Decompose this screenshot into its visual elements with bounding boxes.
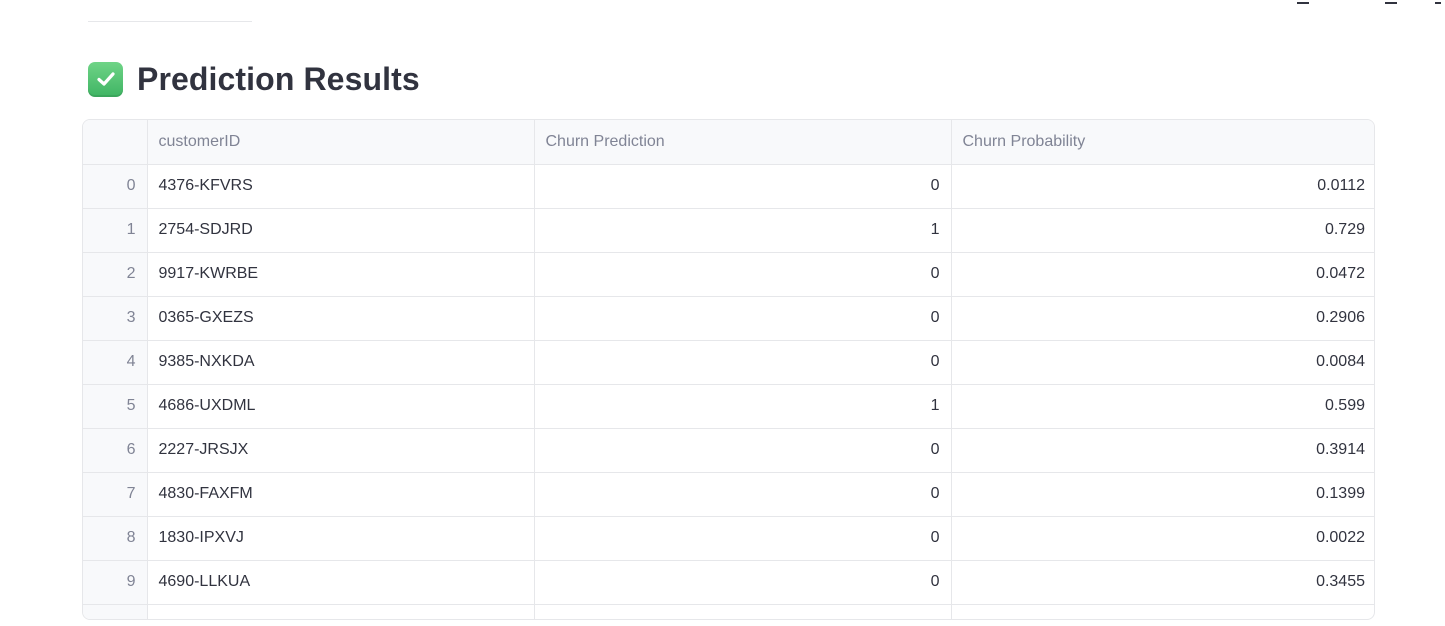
cell-churn-probability[interactable]: 0.3455 (951, 560, 1374, 605)
table-row: 6 2227-JRSJX 0 0.3914 (83, 428, 1374, 473)
cell-customerid[interactable]: 0365-GXEZS (147, 296, 535, 341)
cell-customerid[interactable] (147, 604, 535, 619)
toolbar-icons-partial[interactable] (1285, 0, 1445, 6)
table-row: 2 9917-KWRBE 0 0.0472 (83, 252, 1374, 297)
cell-churn-prediction[interactable]: 0 (534, 340, 952, 385)
cell-churn-probability[interactable]: 0.729 (951, 208, 1374, 253)
cell-customerid[interactable]: 4376-KFVRS (147, 164, 535, 209)
row-index[interactable]: 3 (83, 296, 148, 341)
table-row: 1 2754-SDJRD 1 0.729 (83, 208, 1374, 253)
cell-customerid[interactable]: 2227-JRSJX (147, 428, 535, 473)
table-row: 9 4690-LLKUA 0 0.3455 (83, 560, 1374, 605)
cell-customerid[interactable]: 9385-NXKDA (147, 340, 535, 385)
table-row: 8 1830-IPXVJ 0 0.0022 (83, 516, 1374, 561)
table-row-partial (83, 604, 1374, 619)
cell-churn-probability[interactable]: 0.599 (951, 384, 1374, 429)
cell-churn-probability[interactable]: 0.3914 (951, 428, 1374, 473)
column-header-churn-prediction[interactable]: Churn Prediction (534, 120, 952, 165)
cell-customerid[interactable]: 4690-LLKUA (147, 560, 535, 605)
cell-customerid[interactable]: 2754-SDJRD (147, 208, 535, 253)
results-dataframe[interactable]: customerID Churn Prediction Churn Probab… (82, 119, 1375, 620)
row-index[interactable]: 0 (83, 164, 148, 209)
table-row: 5 4686-UXDML 1 0.599 (83, 384, 1374, 429)
page-title-text: Prediction Results (137, 60, 420, 97)
index-header[interactable] (83, 120, 148, 165)
cell-churn-probability[interactable]: 0.0022 (951, 516, 1374, 561)
top-divider (88, 21, 252, 22)
table-row: 0 4376-KFVRS 0 0.0112 (83, 164, 1374, 209)
row-index[interactable]: 2 (83, 252, 148, 297)
toolbar-icon[interactable] (1435, 0, 1441, 4)
cell-churn-probability[interactable]: 0.2906 (951, 296, 1374, 341)
cell-churn-prediction[interactable]: 0 (534, 472, 952, 517)
cell-churn-probability[interactable]: 0.0472 (951, 252, 1374, 297)
row-index[interactable]: 5 (83, 384, 148, 429)
cell-churn-prediction[interactable]: 0 (534, 164, 952, 209)
toolbar-icon[interactable] (1297, 0, 1309, 4)
column-header-customerid[interactable]: customerID (147, 120, 535, 165)
header-row: customerID Churn Prediction Churn Probab… (83, 120, 1374, 165)
row-index[interactable]: 7 (83, 472, 148, 517)
table-row: 4 9385-NXKDA 0 0.0084 (83, 340, 1374, 385)
cell-customerid[interactable]: 1830-IPXVJ (147, 516, 535, 561)
cell-churn-prediction[interactable]: 0 (534, 516, 952, 561)
cell-churn-prediction[interactable]: 0 (534, 296, 952, 341)
results-table: customerID Churn Prediction Churn Probab… (83, 120, 1374, 619)
cell-churn-prediction[interactable]: 1 (534, 208, 952, 253)
cell-customerid[interactable]: 4686-UXDML (147, 384, 535, 429)
page-title: Prediction Results (88, 58, 420, 100)
cell-customerid[interactable]: 4830-FAXFM (147, 472, 535, 517)
cell-churn-probability[interactable]: 0.0084 (951, 340, 1374, 385)
cell-churn-prediction[interactable]: 0 (534, 428, 952, 473)
cell-churn-probability[interactable]: 0.0112 (951, 164, 1374, 209)
table-row: 3 0365-GXEZS 0 0.2906 (83, 296, 1374, 341)
cell-customerid[interactable]: 9917-KWRBE (147, 252, 535, 297)
cell-churn-prediction[interactable]: 0 (534, 560, 952, 605)
check-mark-button-icon (88, 61, 123, 97)
toolbar-icon[interactable] (1385, 0, 1397, 4)
row-index[interactable] (83, 604, 148, 619)
cell-churn-prediction[interactable] (534, 604, 952, 619)
row-index[interactable]: 4 (83, 340, 148, 385)
row-index[interactable]: 9 (83, 560, 148, 605)
cell-churn-probability[interactable] (951, 604, 1374, 619)
table-row: 7 4830-FAXFM 0 0.1399 (83, 472, 1374, 517)
row-index[interactable]: 1 (83, 208, 148, 253)
cell-churn-probability[interactable]: 0.1399 (951, 472, 1374, 517)
cell-churn-prediction[interactable]: 0 (534, 252, 952, 297)
cell-churn-prediction[interactable]: 1 (534, 384, 952, 429)
column-header-churn-probability[interactable]: Churn Probability (951, 120, 1374, 165)
row-index[interactable]: 6 (83, 428, 148, 473)
row-index[interactable]: 8 (83, 516, 148, 561)
